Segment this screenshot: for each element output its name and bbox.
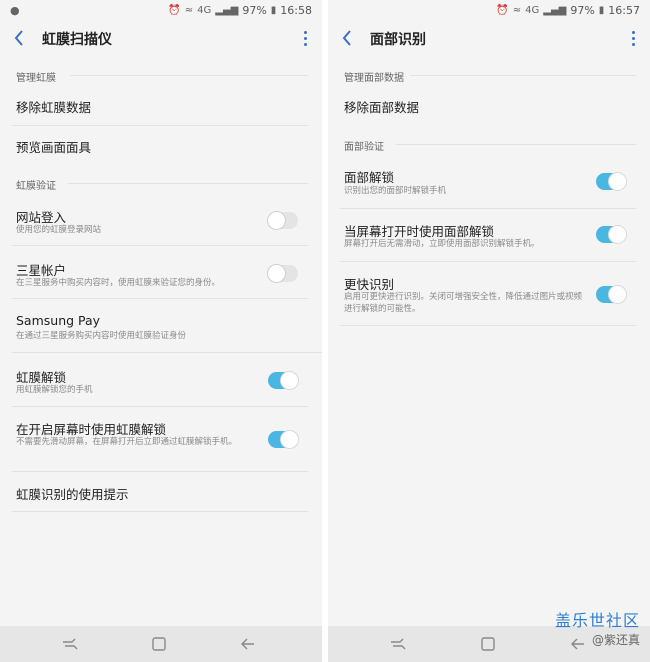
remove-iris-data-item[interactable]: 移除虹膜数据 <box>0 85 322 125</box>
screenshot-pair: ● ⏰ ≈ 4G ▂▄▆ 97% ▮ 16:58 虹膜扫描仪 管理虹膜 移除虹膜… <box>0 0 650 662</box>
screen-on-face-unlock-toggle[interactable] <box>596 226 626 243</box>
back-nav-icon[interactable] <box>238 634 258 654</box>
item-title: 虹膜识别的使用提示 <box>16 487 129 502</box>
alarm-icon: ⏰ <box>168 5 181 16</box>
watermark-author: @紫还真 <box>591 633 640 647</box>
divider <box>12 511 308 512</box>
screen-on-face-unlock-item[interactable]: 当屏幕打开时使用面部解锁 屏幕打开后无需滑动，立即使用面部识别解锁手机。 <box>328 209 650 261</box>
remove-face-data-item[interactable]: 移除面部数据 <box>328 85 650 125</box>
wifi-icon: ≈ <box>512 5 522 16</box>
wifi-icon: ≈ <box>184 5 194 16</box>
notification-icon: ● <box>10 4 20 17</box>
network-type: 4G <box>197 5 212 16</box>
section-divider <box>70 75 308 76</box>
divider <box>340 325 636 326</box>
watermark-title: 盖乐世社区 <box>554 611 640 630</box>
samsung-account-item[interactable]: 三星帐户 在三星服务中购买内容时，使用虹膜来验证您的身份。 <box>0 246 322 298</box>
home-icon[interactable] <box>478 634 498 654</box>
website-login-toggle[interactable] <box>268 212 298 229</box>
page-title: 面部识别 <box>370 32 426 48</box>
home-icon[interactable] <box>149 634 169 654</box>
status-icons: ⏰ ≈ 4G ▂▄▆ 97% ▮ 16:57 <box>496 4 640 17</box>
alarm-icon: ⏰ <box>496 5 509 16</box>
item-title: 面部解锁 <box>344 170 395 185</box>
item-title: Samsung Pay <box>16 313 101 328</box>
item-subtitle: 使用您的虹膜登录网站 <box>16 225 102 235</box>
faster-recognition-toggle[interactable] <box>596 286 626 303</box>
battery-icon: ▮ <box>598 5 605 16</box>
section-divider <box>396 144 636 145</box>
more-options-icon[interactable] <box>628 29 638 49</box>
item-title: 预览画面面具 <box>16 140 92 155</box>
screen-on-iris-unlock-item[interactable]: 在开启屏幕时使用虹膜解锁 不需要先滑动屏幕，在屏幕打开后立即通过虹膜解锁手机。 <box>0 407 322 471</box>
section-divider <box>410 75 636 76</box>
item-subtitle: 启用可更快进行识别。关闭可增强安全性，降低通过图片或视频进行解锁的可能性。 <box>344 292 583 314</box>
status-icons: ⏰ ≈ 4G ▂▄▆ 97% ▮ 16:58 <box>168 4 312 17</box>
iris-unlock-item[interactable]: 虹膜解锁 用虹膜解锁您的手机 <box>0 353 322 405</box>
preview-mask-item[interactable]: 预览画面面具 <box>0 126 322 166</box>
app-bar: 面部识别 <box>328 22 650 56</box>
face-unlock-item[interactable]: 面部解锁 识别出您的面部时解锁手机 <box>328 154 650 207</box>
back-arrow-icon[interactable] <box>10 28 30 48</box>
item-subtitle: 在通过三星服务购买内容时使用虹膜验证身份 <box>16 331 187 341</box>
recent-apps-icon[interactable] <box>60 634 80 654</box>
item-subtitle: 识别出您的面部时解锁手机 <box>344 186 447 196</box>
page-title: 虹膜扫描仪 <box>42 32 112 48</box>
section-header-manage-iris: 管理虹膜 <box>16 73 56 84</box>
face-unlock-toggle[interactable] <box>596 173 626 190</box>
app-bar: 虹膜扫描仪 <box>0 22 322 56</box>
faster-recognition-item[interactable]: 更快识别 启用可更快进行识别。关闭可增强安全性，降低通过图片或视频进行解锁的可能… <box>328 262 650 326</box>
face-settings-screen: ⏰ ≈ 4G ▂▄▆ 97% ▮ 16:57 面部识别 管理面部数据 移除面部数… <box>328 0 650 662</box>
item-title: 移除虹膜数据 <box>16 100 92 115</box>
website-login-item[interactable]: 网站登入 使用您的虹膜登录网站 <box>0 193 322 245</box>
iris-settings-screen: ● ⏰ ≈ 4G ▂▄▆ 97% ▮ 16:58 虹膜扫描仪 管理虹膜 移除虹膜… <box>0 0 322 662</box>
item-subtitle: 在三星服务中购买内容时，使用虹膜来验证您的身份。 <box>16 278 221 288</box>
section-header-manage-face: 管理面部数据 <box>344 73 404 84</box>
status-bar: ⏰ ≈ 4G ▂▄▆ 97% ▮ 16:57 <box>328 0 650 22</box>
signal-icon: ▂▄▆ <box>543 5 567 16</box>
recent-apps-icon[interactable] <box>388 634 408 654</box>
network-type: 4G <box>525 5 540 16</box>
clock: 16:58 <box>280 4 312 17</box>
item-subtitle: 屏幕打开后无需滑动，立即使用面部识别解锁手机。 <box>344 239 540 249</box>
more-options-icon[interactable] <box>300 29 310 49</box>
item-subtitle: 用虹膜解锁您的手机 <box>16 385 93 395</box>
section-header-iris-verification: 虹膜验证 <box>16 181 56 192</box>
screen-on-iris-unlock-toggle[interactable] <box>268 431 298 448</box>
iris-unlock-toggle[interactable] <box>268 372 298 389</box>
samsung-account-toggle[interactable] <box>268 265 298 282</box>
navigation-bar <box>0 626 322 662</box>
battery-icon: ▮ <box>270 5 277 16</box>
iris-tips-item[interactable]: 虹膜识别的使用提示 <box>0 472 322 512</box>
item-subtitle: 不需要先滑动屏幕，在屏幕打开后立即通过虹膜解锁手机。 <box>16 437 238 447</box>
item-title: 移除面部数据 <box>344 100 420 115</box>
community-watermark: 盖乐世社区 @紫还真 <box>555 607 640 648</box>
section-divider <box>68 183 308 184</box>
samsung-pay-item[interactable]: Samsung Pay 在通过三星服务购买内容时使用虹膜验证身份 <box>0 299 322 351</box>
back-arrow-icon[interactable] <box>338 28 358 48</box>
section-header-face-verification: 面部验证 <box>344 142 384 153</box>
status-bar: ● ⏰ ≈ 4G ▂▄▆ 97% ▮ 16:58 <box>0 0 322 22</box>
battery-percent: 97% <box>570 4 595 17</box>
battery-percent: 97% <box>242 4 267 17</box>
clock: 16:57 <box>608 4 640 17</box>
signal-icon: ▂▄▆ <box>215 5 239 16</box>
